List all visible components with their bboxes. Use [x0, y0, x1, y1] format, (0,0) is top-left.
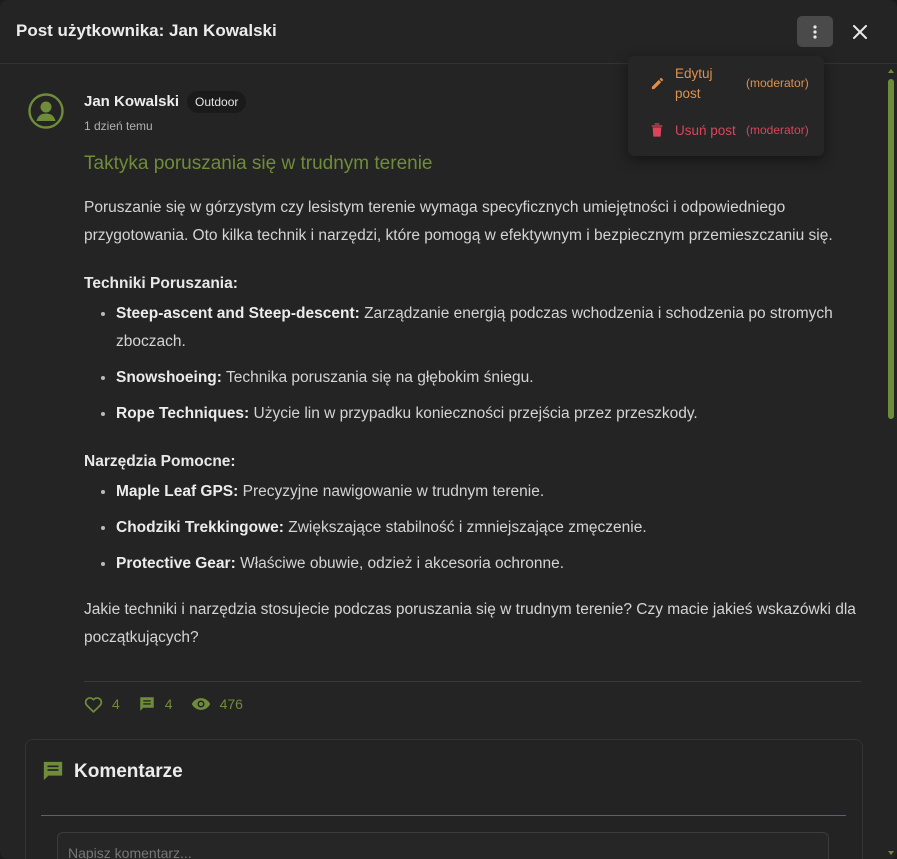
- list-item-term: Protective Gear:: [116, 555, 236, 572]
- tools-list: Maple Leaf GPS: Precyzyjne nawigowanie w…: [84, 478, 864, 578]
- delete-post-note: (moderator): [746, 123, 809, 137]
- modal-header: Post użytkownika: Jan Kowalski: [0, 0, 897, 64]
- comments-count-button[interactable]: 4: [138, 695, 173, 713]
- post-options-menu: Edytuj post (moderator) Usuń post (moder…: [628, 56, 824, 156]
- post-time: 1 dzień temu: [84, 119, 153, 133]
- list-item: Maple Leaf GPS: Precyzyjne nawigowanie w…: [116, 478, 864, 506]
- like-button[interactable]: 4: [84, 696, 120, 713]
- edit-post-note: (moderator): [746, 76, 809, 90]
- eye-icon: [191, 698, 210, 710]
- like-count: 4: [112, 696, 120, 712]
- scrollbar[interactable]: [885, 65, 897, 859]
- more-vertical-icon: [813, 24, 817, 39]
- list-item: Chodziki Trekkingowe: Zwiększające stabi…: [116, 514, 864, 542]
- stats-divider: [84, 681, 861, 682]
- comments-divider: [41, 815, 846, 816]
- comment-count: 4: [164, 696, 173, 712]
- list-item-term: Rope Techniques:: [116, 405, 250, 422]
- close-button[interactable]: [848, 20, 872, 44]
- section-heading: Techniki Poruszania:: [84, 275, 238, 292]
- avatar-icon[interactable]: [28, 93, 64, 129]
- comment-icon: [43, 761, 63, 781]
- comment-icon: [140, 697, 154, 711]
- edit-post-menu-item[interactable]: Edytuj post (moderator): [628, 64, 824, 106]
- view-count: 476: [219, 696, 243, 712]
- techniques-list: Steep-ascent and Steep-descent: Zarządza…: [84, 300, 864, 428]
- list-item-term: Chodziki Trekkingowe:: [116, 519, 284, 536]
- author-name[interactable]: Jan Kowalski: [84, 93, 179, 110]
- trash-icon: [651, 123, 663, 137]
- post-closing: Jakie techniki i narzędzia stosujecie po…: [84, 601, 856, 646]
- modal-title: Post użytkownika: Jan Kowalski: [16, 21, 277, 40]
- comments-title: Komentarze: [74, 761, 183, 782]
- edit-post-label: Edytuj post: [675, 66, 713, 101]
- list-item: Steep-ascent and Steep-descent: Zarządza…: [116, 300, 864, 356]
- delete-post-label: Usuń post: [675, 123, 736, 138]
- comment-input[interactable]: Napisz komentarz...: [57, 832, 829, 859]
- list-item-desc: Właściwe obuwie, odzież i akcesoria ochr…: [240, 555, 564, 572]
- heart-icon: [84, 696, 103, 713]
- more-options-button[interactable]: [797, 16, 833, 47]
- views-stat: 476: [191, 696, 243, 712]
- post-body: Poruszanie się w górzystym czy lesistym …: [84, 194, 864, 652]
- post-modal: Post użytkownika: Jan Kowalski Jan Kowal…: [0, 0, 897, 859]
- post-stats: 4 4 476: [84, 694, 261, 714]
- scroll-down-arrow-icon[interactable]: [888, 850, 894, 856]
- section-heading: Narzędzia Pomocne:: [84, 453, 236, 470]
- scroll-up-arrow-icon[interactable]: [888, 68, 894, 74]
- comments-section: Komentarze Napisz komentarz...: [25, 739, 863, 859]
- list-item-desc: Technika poruszania się na głębokim śnie…: [225, 369, 534, 386]
- post-intro: Poruszanie się w górzystym czy lesistym …: [84, 199, 833, 244]
- list-item: Rope Techniques: Użycie lin w przypadku …: [116, 400, 864, 428]
- list-item-desc: Zwiększające stabilność i zmniejszające …: [288, 519, 647, 536]
- list-item-term: Steep-ascent and Steep-descent:: [116, 305, 360, 322]
- list-item-desc: Precyzyjne nawigowanie w trudnym terenie…: [242, 483, 545, 500]
- close-icon: [853, 25, 867, 39]
- pencil-icon: [651, 77, 664, 90]
- list-item: Snowshoeing: Technika poruszania się na …: [116, 364, 864, 392]
- post-title: Taktyka poruszania się w trudnym terenie: [84, 153, 433, 174]
- list-item-term: Snowshoeing:: [116, 369, 222, 386]
- scroll-thumb[interactable]: [888, 79, 894, 419]
- category-tag[interactable]: Outdoor: [187, 91, 247, 113]
- list-item: Protective Gear: Właściwe obuwie, odzież…: [116, 550, 864, 578]
- delete-post-menu-item[interactable]: Usuń post (moderator): [628, 116, 824, 146]
- list-item-desc: Użycie lin w przypadku konieczności prze…: [253, 405, 698, 422]
- list-item-term: Maple Leaf GPS:: [116, 483, 239, 500]
